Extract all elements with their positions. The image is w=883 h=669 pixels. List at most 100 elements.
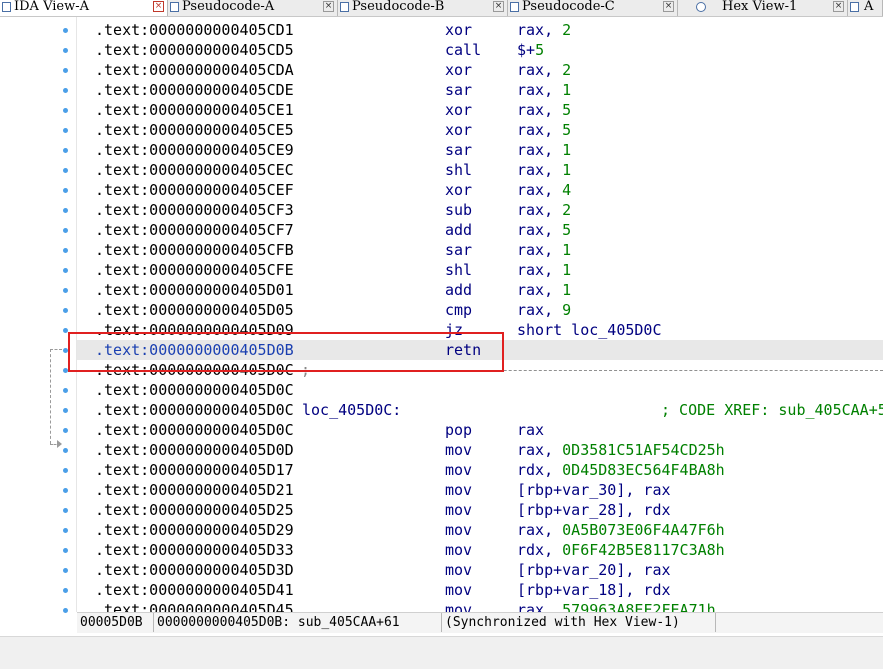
instruction-mnemonic[interactable]: add: [445, 220, 472, 240]
listing-row[interactable]: .text:0000000000405D41 mov [rbp+var_18], r…: [77, 580, 883, 600]
listing-row[interactable]: .text:0000000000405CDA xor rax, 2: [77, 60, 883, 80]
row-address[interactable]: .text:0000000000405D33: [95, 540, 294, 560]
listing-row[interactable]: .text:0000000000405D0C loc_405D0C: ; CODE …: [77, 400, 883, 420]
row-address[interactable]: .text:0000000000405D21: [95, 480, 294, 500]
breakpoint-dot-icon[interactable]: [63, 288, 68, 293]
listing-row[interactable]: .text:0000000000405D0C: [77, 380, 883, 400]
instruction-mnemonic[interactable]: add: [445, 280, 472, 300]
row-address[interactable]: .text:0000000000405D45: [95, 600, 294, 612]
breakpoint-dot-icon[interactable]: [63, 148, 68, 153]
instruction-mnemonic[interactable]: shl: [445, 260, 472, 280]
code-label[interactable]: loc_405D0C:: [302, 400, 401, 420]
instruction-mnemonic[interactable]: xor: [445, 100, 472, 120]
row-address[interactable]: .text:0000000000405CE9: [95, 140, 294, 160]
row-address[interactable]: .text:0000000000405D29: [95, 520, 294, 540]
instruction-mnemonic[interactable]: sar: [445, 140, 472, 160]
instruction-operands[interactable]: rax, 2: [517, 200, 571, 220]
row-address[interactable]: .text:0000000000405CF7: [95, 220, 294, 240]
row-address[interactable]: .text:0000000000405CE5: [95, 120, 294, 140]
instruction-operands[interactable]: [rbp+var_28], rdx: [517, 500, 671, 520]
breakpoint-dot-icon[interactable]: [63, 488, 68, 493]
instruction-operands[interactable]: rax, 2: [517, 60, 571, 80]
listing-row[interactable]: .text:0000000000405D01 add rax, 1: [77, 280, 883, 300]
row-address[interactable]: .text:0000000000405CEF: [95, 180, 294, 200]
row-address[interactable]: .text:0000000000405D0C: [95, 380, 294, 400]
breakpoint-dot-icon[interactable]: [63, 308, 68, 313]
row-address[interactable]: .text:0000000000405D3D: [95, 560, 294, 580]
listing-row[interactable]: .text:0000000000405D3D mov [rbp+var_20], r…: [77, 560, 883, 580]
close-icon[interactable]: ×: [833, 1, 844, 12]
row-address[interactable]: .text:0000000000405CDE: [95, 80, 294, 100]
breakpoint-dot-icon[interactable]: [63, 388, 68, 393]
row-address[interactable]: .text:0000000000405D25: [95, 500, 294, 520]
breakpoint-dot-icon[interactable]: [63, 468, 68, 473]
breakpoint-dot-icon[interactable]: [63, 428, 68, 433]
breakpoint-dot-icon[interactable]: [63, 168, 68, 173]
tab-pseudocode-a[interactable]: Pseudocode-A ×: [168, 0, 338, 16]
instruction-operands[interactable]: rax, 9: [517, 300, 571, 320]
listing-row[interactable]: .text:0000000000405D05 cmp rax, 9: [77, 300, 883, 320]
breakpoint-dot-icon[interactable]: [63, 448, 68, 453]
row-address[interactable]: .text:0000000000405CFE: [95, 260, 294, 280]
row-address[interactable]: .text:0000000000405D41: [95, 580, 294, 600]
breakpoint-dot-icon[interactable]: [63, 128, 68, 133]
instruction-operands[interactable]: rax, 5: [517, 100, 571, 120]
instruction-mnemonic[interactable]: sar: [445, 80, 472, 100]
instruction-operands[interactable]: rax, 1: [517, 240, 571, 260]
row-address[interactable]: .text:0000000000405D01: [95, 280, 294, 300]
tab-structures[interactable]: A: [848, 0, 883, 16]
instruction-operands[interactable]: rax, 1: [517, 160, 571, 180]
breakpoint-dot-icon[interactable]: [63, 68, 68, 73]
instruction-mnemonic[interactable]: mov: [445, 520, 472, 540]
listing-row[interactable]: .text:0000000000405CEF xor rax, 4: [77, 180, 883, 200]
listing-row[interactable]: .text:0000000000405CFB sar rax, 1: [77, 240, 883, 260]
breakpoint-dot-icon[interactable]: [63, 88, 68, 93]
instruction-mnemonic[interactable]: mov: [445, 540, 472, 560]
instruction-mnemonic[interactable]: call: [445, 40, 481, 60]
row-address[interactable]: .text:0000000000405CD1: [95, 20, 294, 40]
instruction-mnemonic[interactable]: mov: [445, 560, 472, 580]
instruction-operands[interactable]: [rbp+var_18], rdx: [517, 580, 671, 600]
instruction-operands[interactable]: rax, 5: [517, 120, 571, 140]
instruction-mnemonic[interactable]: mov: [445, 580, 472, 600]
close-icon[interactable]: ×: [323, 1, 334, 12]
row-address[interactable]: .text:0000000000405D0C: [95, 400, 294, 420]
instruction-operands[interactable]: rdx, 0F6F42B5E8117C3A8h: [517, 540, 725, 560]
instruction-mnemonic[interactable]: xor: [445, 60, 472, 80]
instruction-operands[interactable]: rax, 579963A8EF2FEA71h: [517, 600, 716, 612]
instruction-operands[interactable]: rax, 5: [517, 220, 571, 240]
instruction-operands[interactable]: $+5: [517, 40, 544, 60]
xref-comment[interactable]: ; CODE XREF: sub_405CAA+5: [661, 400, 883, 420]
listing-row[interactable]: .text:0000000000405CE1 xor rax, 5: [77, 100, 883, 120]
tab-pseudocode-b[interactable]: Pseudocode-B ×: [338, 0, 508, 16]
instruction-mnemonic[interactable]: xor: [445, 180, 472, 200]
instruction-operands[interactable]: rax, 1: [517, 280, 571, 300]
breakpoint-dot-icon[interactable]: [63, 608, 68, 613]
listing-row[interactable]: .text:0000000000405CEC shl rax, 1: [77, 160, 883, 180]
row-address[interactable]: .text:0000000000405CFB: [95, 240, 294, 260]
instruction-mnemonic[interactable]: xor: [445, 20, 472, 40]
breakpoint-dot-icon[interactable]: [63, 208, 68, 213]
listing-row[interactable]: .text:0000000000405D29 mov rax, 0A5B073E06…: [77, 520, 883, 540]
row-address[interactable]: .text:0000000000405CEC: [95, 160, 294, 180]
row-address[interactable]: .text:0000000000405D0C: [95, 420, 294, 440]
close-icon[interactable]: ×: [153, 1, 164, 12]
breakpoint-dot-icon[interactable]: [63, 508, 68, 513]
tab-ida-view-a[interactable]: IDA View-A ×: [0, 0, 168, 16]
instruction-operands[interactable]: rax, 0A5B073E06F4A47F6h: [517, 520, 725, 540]
instruction-operands[interactable]: rax, 1: [517, 80, 571, 100]
breakpoint-dot-icon[interactable]: [63, 108, 68, 113]
listing-row[interactable]: .text:0000000000405D25 mov [rbp+var_28], r…: [77, 500, 883, 520]
instruction-mnemonic[interactable]: mov: [445, 440, 472, 460]
row-address[interactable]: .text:0000000000405D17: [95, 460, 294, 480]
row-address[interactable]: .text:0000000000405CD5: [95, 40, 294, 60]
close-icon[interactable]: ×: [663, 1, 674, 12]
row-address[interactable]: .text:0000000000405D05: [95, 300, 294, 320]
row-address[interactable]: .text:0000000000405CF3: [95, 200, 294, 220]
instruction-mnemonic[interactable]: shl: [445, 160, 472, 180]
instruction-mnemonic[interactable]: mov: [445, 600, 472, 612]
disassembly-listing[interactable]: .text:0000000000405CD1 xor rax, 2 .text:000…: [77, 20, 883, 612]
row-address[interactable]: .text:0000000000405D0D: [95, 440, 294, 460]
instruction-operands[interactable]: rax, 1: [517, 260, 571, 280]
instruction-operands[interactable]: rax, 1: [517, 140, 571, 160]
